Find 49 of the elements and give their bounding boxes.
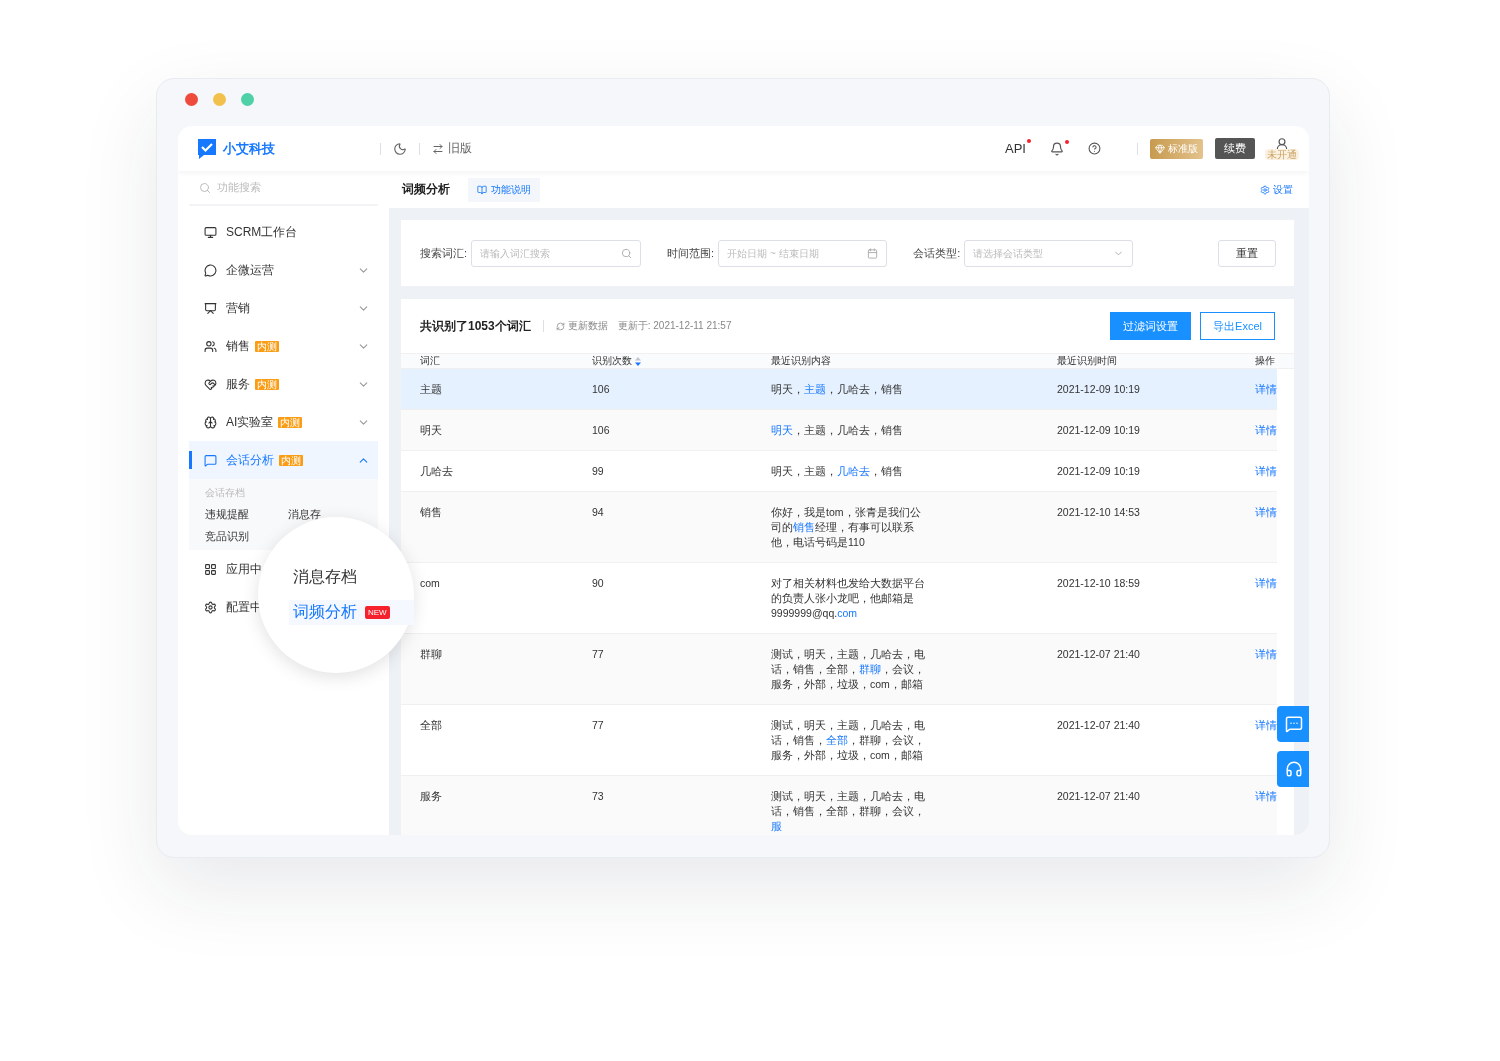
table-cell-text: 2021-12-07 21:40 <box>1057 647 1141 662</box>
table-cell-text: 测试，明天，主题，几哈去，电话，销售，全部，群聊，会议， 服 <box>771 789 926 834</box>
table-cell-text: 测试，明天，主题，几哈去，电话，销售，全部，群聊，会议，服务，外部，垃圾，com，邮箱 <box>771 718 926 763</box>
column-header: 词汇 <box>420 354 441 368</box>
table-cell-text: 明天，主题，几哈去，销售 <box>771 464 904 479</box>
table-cell-text: 2021-12-09 10:19 <box>1057 423 1141 438</box>
table-cell-text: 94 <box>592 505 605 520</box>
brand-name: 小艾科技 <box>223 139 276 158</box>
table-cell-text: 2021-12-07 21:40 <box>1057 718 1141 733</box>
table-cell-text: 你好，我是tom，张青是我们公司的销售经理，有事可以联系他，电话号码是110 <box>771 505 922 550</box>
filter-label: 时间范围: <box>667 245 715 261</box>
table-cell-text: 群聊 <box>420 647 443 662</box>
table-cell-text: 全部 <box>420 718 443 733</box>
table-cell-text: 明天 <box>420 423 443 438</box>
column-header: 操作 <box>1254 354 1275 368</box>
table-cell-text: 106 <box>592 382 611 397</box>
filter-label: 会话类型: <box>913 245 961 261</box>
table-cell-text: 106 <box>592 423 611 438</box>
table-cell-text: 对了相关材料也发给大数据平台的负责人张小龙吧，他邮箱是9999999@qq.com <box>771 576 926 621</box>
table-cell-text: 2021-12-09 10:19 <box>1057 382 1141 397</box>
table-cell-text: 73 <box>592 789 605 804</box>
beta-badge: 内测 <box>255 340 279 352</box>
table-cell-text: 明天，主题，几哈去，销售 <box>771 382 904 397</box>
new-badge: NEW <box>365 606 390 619</box>
page-title: 词频分析 <box>402 181 450 198</box>
table-cell-text: com <box>420 576 441 591</box>
beta-badge: 内测 <box>278 416 303 428</box>
table-cell-text: 明天，主题，几哈去，销售 <box>771 423 904 438</box>
table-cell-text: 90 <box>592 576 605 591</box>
table-cell-text: 77 <box>592 647 605 662</box>
table-cell-text: 2021-12-10 18:59 <box>1057 576 1141 591</box>
table-cell-text: 77 <box>592 718 605 733</box>
table-cell-text: 几哈去 <box>420 464 454 479</box>
table-cell-text: 2021-12-07 21:40 <box>1057 789 1141 804</box>
table-cell-text: 服务 <box>420 789 443 804</box>
table-cell-text: 99 <box>592 464 605 479</box>
filter-label: 搜索词汇: <box>420 245 468 261</box>
table-cell-text: 2021-12-10 14:53 <box>1057 505 1141 520</box>
beta-badge: 内测 <box>255 378 279 390</box>
table-cell-text: 主题 <box>420 382 443 397</box>
column-header: 最近识别内容 <box>771 354 832 368</box>
table-cell-text: 销售 <box>420 505 443 520</box>
table-cell-text: 2021-12-09 10:19 <box>1057 464 1141 479</box>
table-cell-text: 测试，明天，主题，几哈去，电话，销售，全部，群聊，会议，服务，外部，垃圾，com，邮箱 <box>771 647 926 692</box>
summary-text: 共识别了1053个词汇 <box>420 317 531 335</box>
column-header: 最近识别时间 <box>1057 354 1118 368</box>
updated-time: 更新于: 2021-12-11 21:57 <box>617 319 732 333</box>
status-badge: 未开通 <box>1265 149 1299 160</box>
beta-badge: 内测 <box>279 454 303 466</box>
